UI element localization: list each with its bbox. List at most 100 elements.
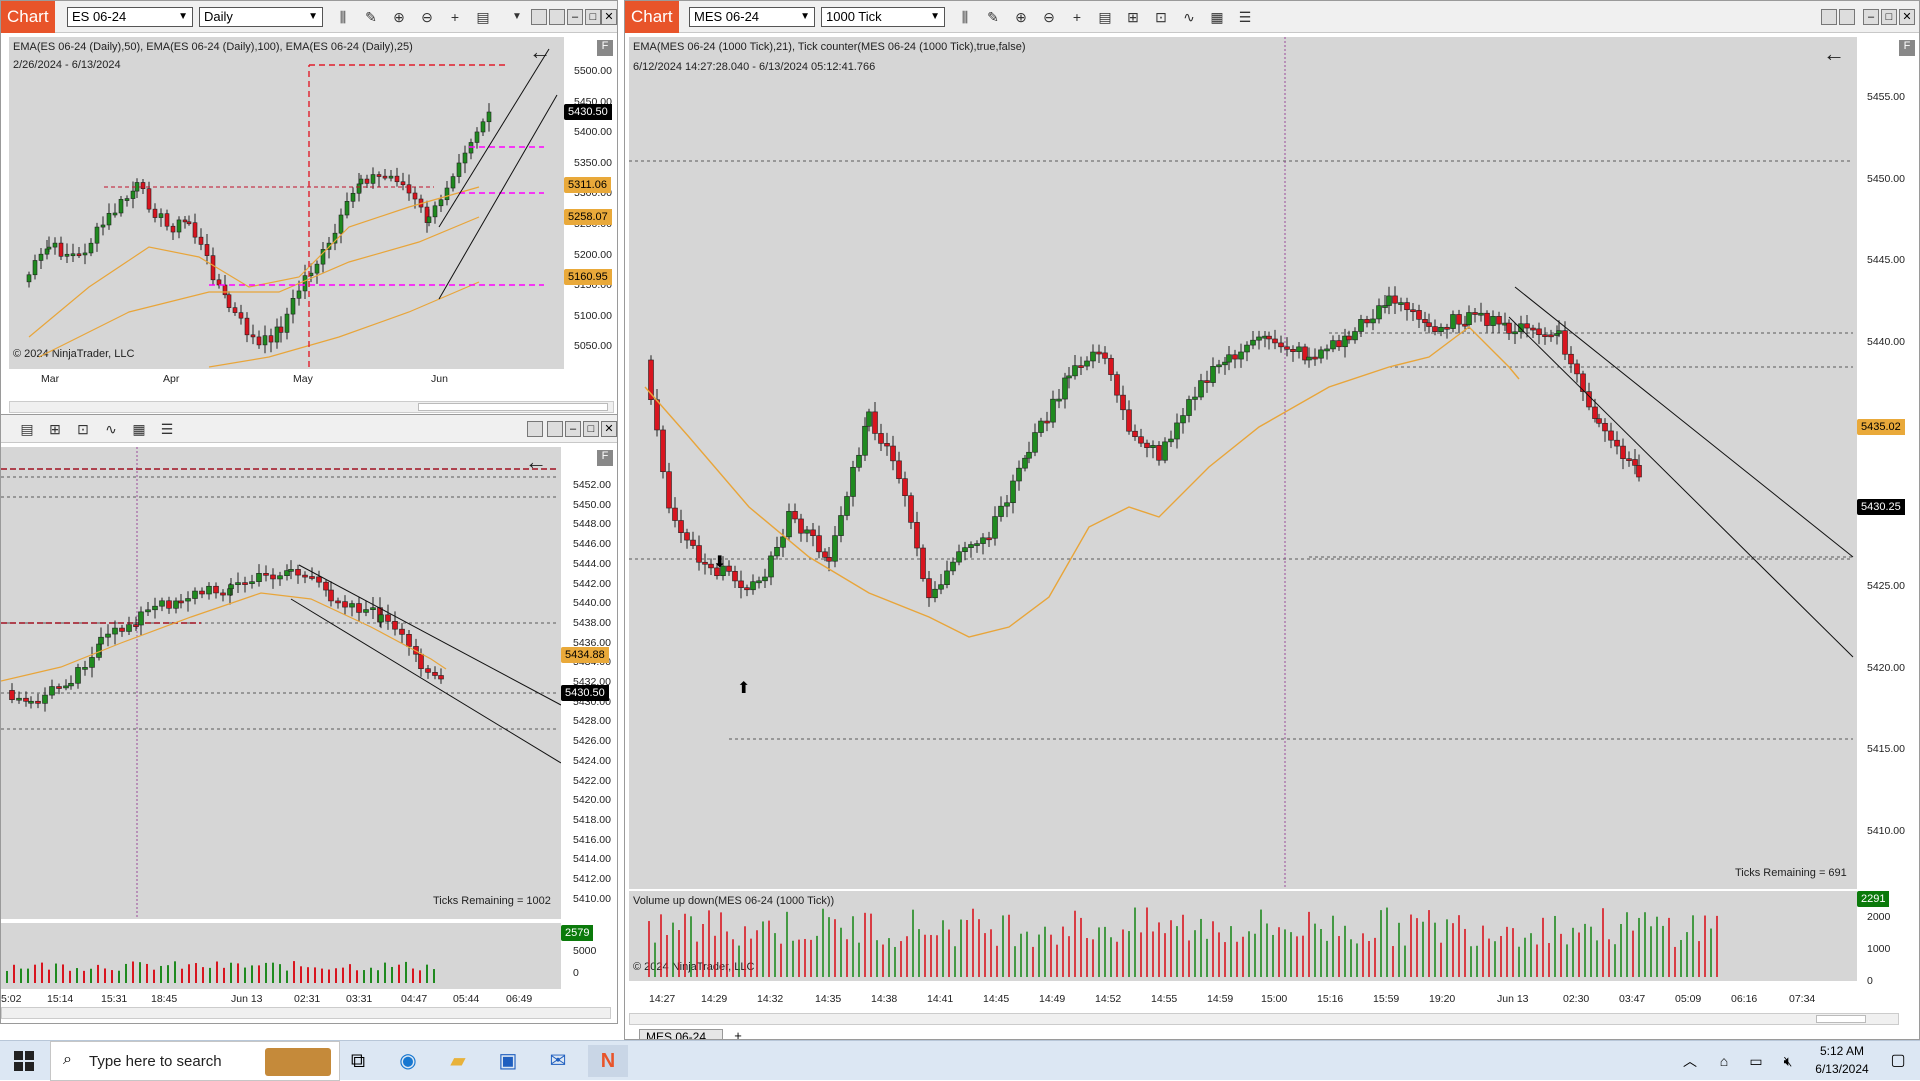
interval-selector[interactable]: 1000 Tick ▼ xyxy=(821,7,945,27)
strategies-icon[interactable]: ⊡ xyxy=(73,419,93,439)
clock-date[interactable]: 6/13/2024 xyxy=(1806,1062,1878,1076)
file-explorer-icon[interactable]: ▰ xyxy=(438,1045,478,1077)
time-axis-label: 14:55 xyxy=(1151,993,1178,1005)
taskbar-search[interactable]: ⌕ Type here to search xyxy=(50,1041,340,1081)
list-icon[interactable]: ☰ xyxy=(1235,7,1255,27)
lt-candle-body xyxy=(44,248,50,255)
scroll-thumb[interactable] xyxy=(1816,1015,1866,1023)
properties-icon[interactable]: ▤ xyxy=(1095,7,1115,27)
properties-icon[interactable]: ▤ xyxy=(17,419,37,439)
instrument-selector[interactable]: MES 06-24 ▼ xyxy=(689,7,815,27)
minimize-button[interactable]: – xyxy=(567,9,583,25)
draw-tool-icon[interactable]: ✎ xyxy=(361,7,381,27)
windows-start-icon[interactable] xyxy=(4,1045,44,1077)
left-top-price-panel[interactable]: EMA(ES 06-24 (Daily),50), EMA(ES 06-24 (… xyxy=(9,37,564,369)
f-icon[interactable]: F xyxy=(597,450,613,466)
left-bottom-price-panel[interactable]: ← Ticks Remaining = 1002 xyxy=(1,447,561,919)
left-bottom-scrollbar[interactable] xyxy=(1,1007,611,1019)
volume-mute-icon[interactable]: 🔇︎ xyxy=(1768,1045,1808,1077)
left-bottom-volume-bars xyxy=(6,961,435,983)
data-box-icon[interactable]: ▦ xyxy=(129,419,149,439)
more-chevron-icon[interactable]: ▼ xyxy=(507,7,527,27)
tile-button-2[interactable] xyxy=(549,9,565,25)
lt-candle-body xyxy=(222,284,228,296)
templates-icon[interactable]: ⊞ xyxy=(1123,7,1143,27)
zoom-out-icon[interactable]: ⊖ xyxy=(1039,7,1059,27)
ninjatrader-icon[interactable]: N xyxy=(588,1045,628,1077)
r-candle-body xyxy=(1232,354,1238,360)
zoom-in-icon[interactable]: ⊕ xyxy=(389,7,409,27)
templates-icon[interactable]: ⊞ xyxy=(45,419,65,439)
right-candles: ⬇⬆ xyxy=(629,37,1854,889)
lt-candle-body xyxy=(394,175,400,183)
clock-time[interactable]: 5:12 AM xyxy=(1812,1044,1872,1058)
price-axis-label: 5445.00 xyxy=(1867,254,1905,266)
chart-tab[interactable]: MES 06-24 xyxy=(639,1029,723,1039)
r-candle-body xyxy=(974,543,980,546)
f-icon[interactable]: F xyxy=(1899,40,1915,56)
time-axis-label: 05:09 xyxy=(1675,993,1702,1005)
zoom-out-icon[interactable]: ⊖ xyxy=(417,7,437,27)
mail-icon[interactable]: ✉ xyxy=(538,1045,578,1077)
tile-button[interactable] xyxy=(527,421,543,437)
price-axis-label: 5438.00 xyxy=(573,616,611,629)
tile-button[interactable] xyxy=(1821,9,1837,25)
strategies-icon[interactable]: ⊡ xyxy=(1151,7,1171,27)
instrument-selector[interactable]: ES 06-24 ▼ xyxy=(67,7,193,27)
lb-candle-body xyxy=(9,690,15,700)
maximize-button[interactable]: □ xyxy=(583,421,599,437)
lt-candle-body xyxy=(284,313,290,333)
data-box-icon[interactable]: ▦ xyxy=(1207,7,1227,27)
add-tab-button[interactable]: + xyxy=(729,1029,747,1040)
indicators-icon[interactable]: ∿ xyxy=(101,419,121,439)
list-icon[interactable]: ☰ xyxy=(157,419,177,439)
store-icon[interactable]: ▣ xyxy=(488,1045,528,1077)
zoom-in-icon[interactable]: ⊕ xyxy=(1011,7,1031,27)
r-candle-body xyxy=(1490,316,1496,326)
minimize-button[interactable]: – xyxy=(1863,9,1879,25)
minimize-button[interactable]: – xyxy=(565,421,581,437)
crosshair-icon[interactable]: + xyxy=(445,7,465,27)
time-axis-label: 14:52 xyxy=(1095,993,1122,1005)
tile-button-2[interactable] xyxy=(1839,9,1855,25)
lt-candle-body xyxy=(216,279,222,286)
time-axis-label: 03:47 xyxy=(1619,993,1646,1005)
bars-type-icon[interactable]: ⫼ xyxy=(333,7,353,27)
instrument-value: MES 06-24 xyxy=(694,9,760,24)
close-button[interactable]: ✕ xyxy=(1899,9,1915,25)
scroll-thumb[interactable] xyxy=(418,403,608,411)
task-view-icon[interactable]: ⧉ xyxy=(338,1045,378,1077)
r-candle-body xyxy=(738,580,744,588)
level-tag: 5258.07 xyxy=(564,209,612,225)
close-button[interactable]: ✕ xyxy=(601,421,617,437)
properties-icon[interactable]: ▤ xyxy=(473,7,493,27)
interval-selector[interactable]: Daily ▼ xyxy=(199,7,323,27)
right-price-panel[interactable]: EMA(MES 06-24 (1000 Tick),21), Tick coun… xyxy=(629,37,1857,889)
edge-browser-icon[interactable]: ◉ xyxy=(388,1045,428,1077)
search-input[interactable]: Type here to search xyxy=(89,1053,222,1070)
tile-button-2[interactable] xyxy=(547,421,563,437)
draw-tool-icon[interactable]: ✎ xyxy=(983,7,1003,27)
left-top-scrollbar[interactable] xyxy=(9,401,614,413)
right-scrollbar[interactable] xyxy=(629,1013,1899,1025)
tile-button[interactable] xyxy=(531,9,547,25)
chart-menu-button[interactable]: Chart xyxy=(1,1,55,33)
close-button[interactable]: ✕ xyxy=(601,9,617,25)
r-candle-body xyxy=(1318,349,1324,359)
r-candle-body xyxy=(950,561,956,572)
indicators-icon[interactable]: ∿ xyxy=(1179,7,1199,27)
notifications-icon[interactable]: ▢ xyxy=(1878,1045,1918,1077)
chart-menu-button[interactable]: Chart xyxy=(625,1,679,33)
r-candle-body xyxy=(786,511,792,538)
bars-type-icon[interactable]: ⫼ xyxy=(955,7,975,27)
r-candle-body xyxy=(1102,352,1108,359)
search-highlight-icon xyxy=(265,1048,331,1076)
right-price-axis: F 5455.005450.005445.005440.005435.00543… xyxy=(1857,37,1919,889)
maximize-button[interactable]: □ xyxy=(1881,9,1897,25)
f-icon[interactable]: F xyxy=(597,40,613,56)
time-axis-label: May xyxy=(293,373,313,385)
maximize-button[interactable]: □ xyxy=(585,9,601,25)
lb-candle-body xyxy=(425,668,431,673)
crosshair-icon[interactable]: + xyxy=(1067,7,1087,27)
price-axis-label: 5440.00 xyxy=(1867,335,1905,348)
